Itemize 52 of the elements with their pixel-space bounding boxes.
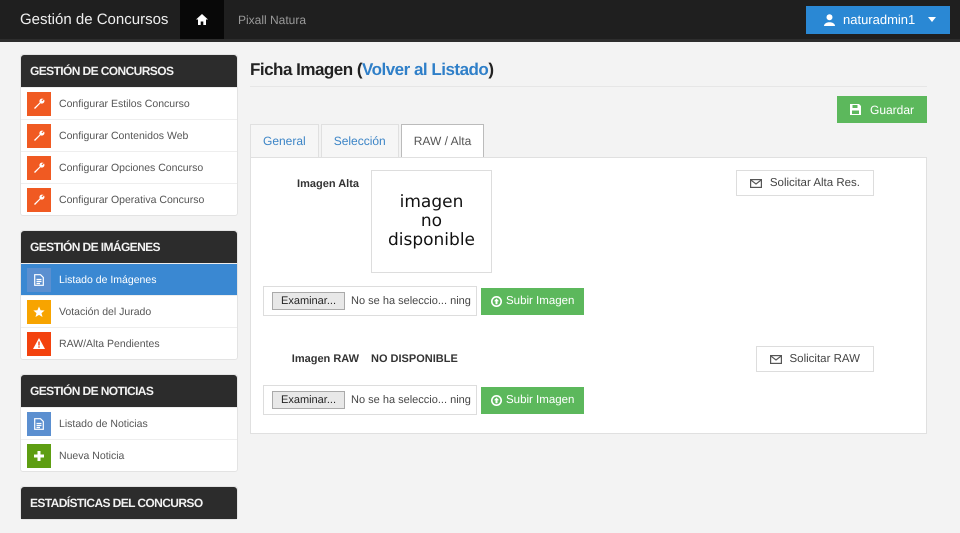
- wrench-icon: [33, 162, 45, 174]
- panel-heading: GESTIÓN DE CONCURSOS: [21, 55, 237, 87]
- user-menu-button[interactable]: naturadmin1: [806, 6, 950, 34]
- request-button[interactable]: Solicitar Alta Res.: [736, 170, 874, 196]
- breadcrumb-link[interactable]: Pixall Natura: [238, 12, 306, 26]
- home-button[interactable]: [180, 0, 224, 39]
- tab[interactable]: RAW / Alta: [400, 124, 484, 157]
- sidebar-item[interactable]: Listado de Imágenes: [21, 263, 237, 295]
- field-label: Imagen Alta: [296, 178, 359, 190]
- wrench-icon: [33, 194, 45, 206]
- sidebar-item[interactable]: Votación del Jurado: [21, 295, 237, 327]
- upload-icon: [491, 394, 502, 406]
- sidebar-item[interactable]: Nueva Noticia: [21, 439, 237, 471]
- browse-button[interactable]: Examinar...: [272, 391, 346, 409]
- field-label: Imagen RAW: [290, 353, 359, 365]
- document-icon: [34, 418, 44, 430]
- warning-icon: [33, 338, 45, 349]
- sidebar-item[interactable]: Listado de Noticias: [21, 407, 237, 439]
- panel-heading: GESTIÓN DE IMÁGENES: [21, 231, 237, 263]
- file-name-text: No se ha seleccio... ning: [351, 295, 471, 307]
- sidebar-item[interactable]: Configurar Estilos Concurso: [21, 87, 237, 119]
- caret-icon: [928, 17, 936, 22]
- plus-icon: [34, 450, 44, 460]
- browse-button[interactable]: Examinar...: [272, 292, 346, 310]
- file-input[interactable]: Examinar... No se ha seleccio... ning: [263, 286, 477, 316]
- panel-heading: ESTADÍSTICAS DEL CONCURSO: [21, 487, 237, 519]
- document-icon: [34, 274, 44, 286]
- placeholder-text: disponible: [388, 231, 476, 250]
- sidebar-item[interactable]: Configurar Opciones Concurso: [21, 151, 237, 183]
- sidebar-item[interactable]: Configurar Operativa Concurso: [21, 183, 237, 215]
- status-text: NO DISPONIBLE: [371, 353, 458, 365]
- star-icon: [33, 306, 45, 318]
- page-title: Ficha Imagen (Volver al Listado): [250, 60, 494, 80]
- brand-title[interactable]: Gestión de Concursos: [0, 11, 180, 28]
- tab[interactable]: General: [250, 124, 319, 157]
- wrench-icon: [33, 130, 45, 142]
- back-to-list-link[interactable]: Volver al Listado: [362, 60, 488, 79]
- sidebar-item[interactable]: RAW/Alta Pendientes: [21, 327, 237, 359]
- request-button[interactable]: Solicitar RAW: [756, 346, 874, 372]
- home-icon: [196, 14, 208, 25]
- panel-heading: GESTIÓN DE NOTICIAS: [21, 375, 237, 407]
- upload-icon: [491, 296, 502, 306]
- file-name-text: No se ha seleccio... ning: [351, 394, 471, 406]
- sidebar-item[interactable]: Configurar Contenidos Web: [21, 119, 237, 151]
- envelope-icon: [750, 178, 762, 188]
- tab[interactable]: Selección: [320, 124, 399, 157]
- envelope-icon: [770, 354, 782, 364]
- user-icon: [824, 14, 835, 26]
- placeholder-text: no: [420, 212, 442, 231]
- placeholder-text: imagen: [400, 193, 464, 212]
- wrench-icon: [33, 98, 45, 110]
- file-input[interactable]: Examinar... No se ha seleccio... ning: [263, 385, 477, 415]
